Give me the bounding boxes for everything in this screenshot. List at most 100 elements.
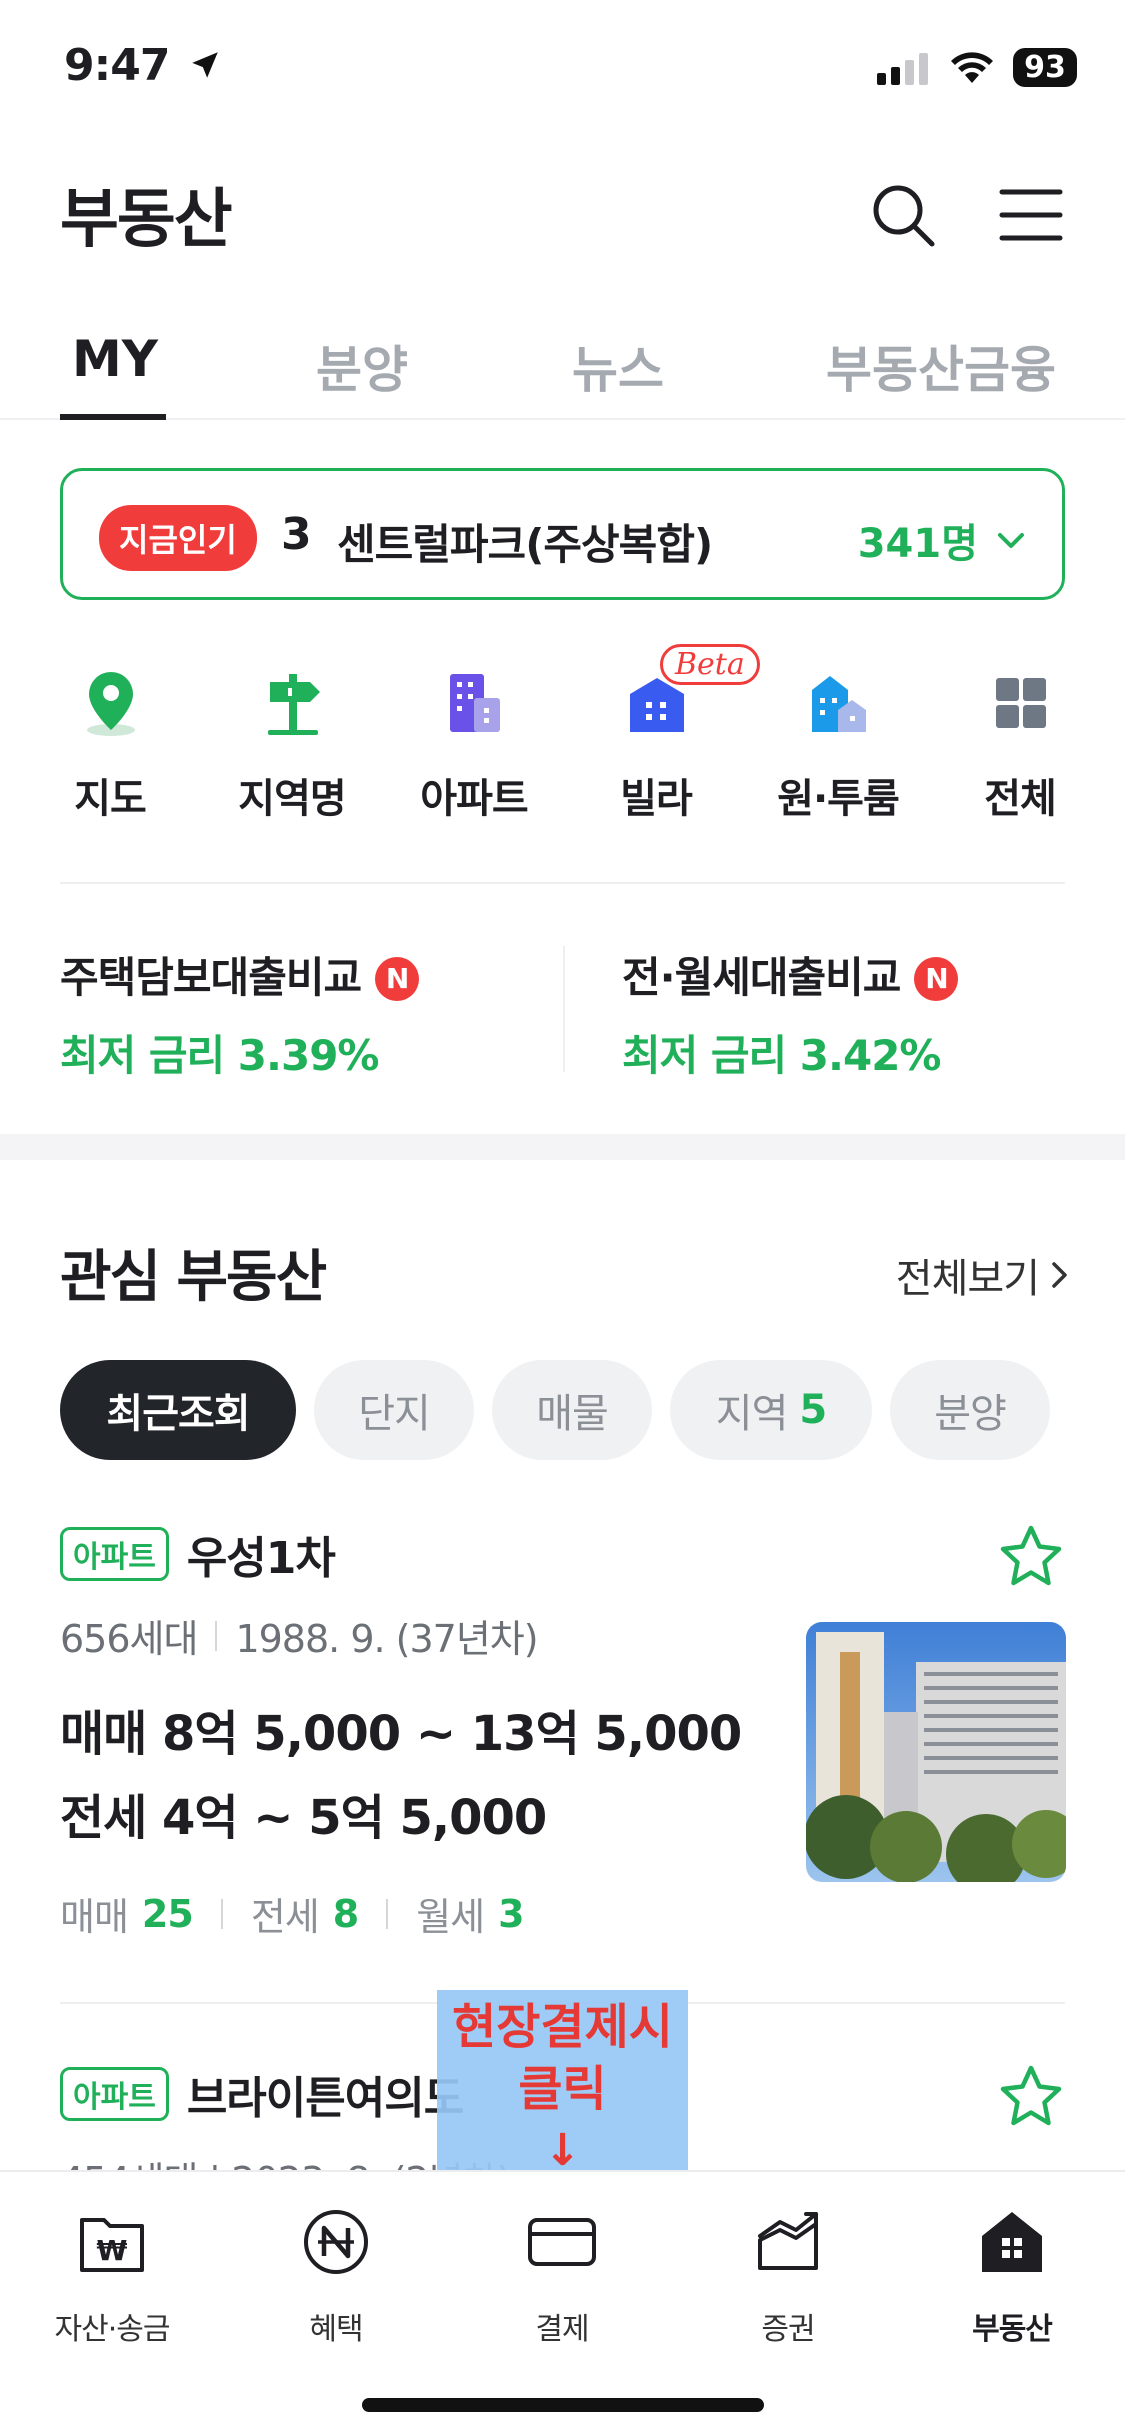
- property-households: 656세대: [60, 1617, 198, 1661]
- nav-realestate[interactable]: 부동산: [922, 2206, 1102, 2356]
- active-tab-indicator: [60, 414, 166, 420]
- mortgage-compare-title[interactable]: 주택담보대출비교 N: [60, 944, 420, 1005]
- card-icon: [528, 2218, 596, 2266]
- chip-complex[interactable]: 단지: [314, 1360, 474, 1460]
- property-sale-price: 매매 8억 5,000 ~ 13억 5,000: [60, 1706, 742, 1762]
- apartment-icon: [450, 674, 500, 732]
- battery-level: 93: [1013, 48, 1077, 87]
- count-value: 3: [498, 1891, 524, 1936]
- property-type-badge: 아파트: [60, 1527, 169, 1581]
- nav-label: 자산·송금: [54, 2312, 171, 2347]
- search-icon[interactable]: [868, 180, 938, 250]
- chip-region-count: 5: [799, 1387, 827, 1433]
- nav-payment[interactable]: 결제: [472, 2206, 652, 2356]
- signpost-icon: [268, 674, 320, 735]
- nav-label: 부동산: [972, 2312, 1053, 2347]
- quick-menu-map[interactable]: 지도: [30, 660, 190, 822]
- property-header[interactable]: 아파트 우성1차: [60, 1522, 336, 1586]
- count-label: 월세: [416, 1895, 485, 1939]
- realestate-icon: [982, 2212, 1042, 2272]
- chevron-right-icon: [1052, 1262, 1067, 1288]
- lease-loan-compare-label: 전·월세대출비교: [622, 953, 901, 1002]
- cellular-signal-icon: [877, 52, 928, 85]
- property-name: 우성1차: [186, 1533, 336, 1584]
- tab-my[interactable]: MY: [72, 330, 158, 388]
- status-indicators: 93: [875, 48, 1077, 87]
- tab-finance[interactable]: 부동산금융: [826, 330, 1056, 402]
- popular-banner[interactable]: 지금인기 3 센트럴파크(주상복합) 341명: [60, 468, 1065, 600]
- quick-menu-all[interactable]: 전체: [940, 660, 1100, 822]
- popular-name: 센트럴파크(주상복합): [337, 520, 713, 569]
- status-time: 9:47: [64, 40, 222, 91]
- wallet-icon: ₩: [80, 2218, 144, 2272]
- separator: [215, 1620, 218, 1651]
- count-value: 25: [141, 1891, 194, 1936]
- oneroom-icon: [812, 676, 866, 732]
- nav-assets[interactable]: ₩ 자산·송금: [22, 2206, 202, 2356]
- quick-menu-label: 빌라: [620, 776, 693, 822]
- star-icon[interactable]: [996, 2062, 1066, 2132]
- property-header[interactable]: 아파트 브라이튼여의도: [60, 2062, 464, 2126]
- location-arrow-icon: [192, 52, 218, 78]
- property-photo[interactable]: [806, 1622, 1066, 1882]
- property-name: 브라이튼여의도: [186, 2073, 464, 2124]
- chip-listing[interactable]: 매물: [492, 1360, 652, 1460]
- tab-presale[interactable]: 분양: [316, 330, 408, 402]
- page-title: 부동산: [60, 183, 233, 257]
- status-time-text: 9:47: [64, 40, 170, 91]
- nav-stocks[interactable]: 증권: [698, 2206, 878, 2356]
- nav-benefits[interactable]: 혜택: [246, 2206, 426, 2356]
- lease-loan-compare-title[interactable]: 전·월세대출비교 N: [622, 944, 959, 1005]
- quick-menu-label: 원·투룸: [777, 776, 900, 822]
- svg-text:₩: ₩: [97, 2234, 128, 2267]
- quick-menu-label: 전체: [984, 776, 1057, 822]
- divider: [60, 882, 1065, 884]
- nav-label: 결제: [535, 2312, 589, 2347]
- new-badge: N: [375, 957, 420, 1001]
- count-label: 매매: [60, 1895, 129, 1939]
- chip-presale[interactable]: 분양: [890, 1360, 1050, 1460]
- annotation-line: 현장결제시: [452, 1999, 673, 2055]
- property-meta: 656세대 1988. 9. (37년차): [60, 1608, 539, 1663]
- popular-count: 341명: [857, 521, 978, 567]
- mortgage-rate: 최저 금리 3.39%: [60, 1031, 380, 1080]
- quick-menu-oneroom[interactable]: 원·투룸: [758, 660, 918, 822]
- separator: [386, 1898, 389, 1929]
- chip-region[interactable]: 지역 5: [670, 1360, 872, 1460]
- nav-label: 증권: [761, 2312, 815, 2347]
- popular-rank: 3: [281, 509, 312, 560]
- chevron-down-icon: [998, 533, 1024, 548]
- divider: [563, 946, 565, 1072]
- tab-bar: MY 분양 뉴스 부동산금융: [0, 320, 1125, 420]
- nav-label: 혜택: [309, 2312, 363, 2347]
- bottom-nav: ₩ 자산·송금 혜택 결제 증권 부동산: [0, 2170, 1125, 2436]
- quick-menu-label: 아파트: [420, 776, 528, 822]
- property-built: 1988. 9. (37년차): [235, 1617, 538, 1661]
- lease-loan-rate: 최저 금리 3.42%: [622, 1031, 942, 1080]
- wifi-icon: [951, 51, 993, 83]
- separator: [220, 1898, 223, 1929]
- annotation-line: 클릭: [518, 2061, 607, 2117]
- map-pin-icon: [87, 672, 135, 736]
- quick-menu-apartment[interactable]: 아파트: [394, 660, 554, 822]
- count-value: 8: [332, 1891, 359, 1936]
- view-all-link[interactable]: 전체보기: [896, 1246, 1071, 1304]
- star-icon[interactable]: [996, 1522, 1066, 1592]
- tab-news[interactable]: 뉴스: [572, 330, 664, 402]
- stock-icon: [758, 2212, 818, 2270]
- quick-menu-label: 지역명: [238, 776, 346, 822]
- property-jeonse-price: 전세 4억 ~ 5억 5,000: [60, 1790, 547, 1846]
- new-badge: N: [914, 957, 959, 1001]
- grid-icon: [996, 678, 1046, 728]
- annotation-overlay: 현장결제시 클릭 ↓: [437, 1990, 688, 2200]
- beta-badge: Beta: [660, 644, 760, 685]
- mortgage-compare-label: 주택담보대출비교: [60, 953, 362, 1002]
- chip-recent[interactable]: 최근조회: [60, 1360, 296, 1460]
- listing-counts: 매매 25 전세 8 월세 3: [60, 1886, 525, 1941]
- quick-menu-region[interactable]: 지역명: [212, 660, 372, 822]
- count-label: 전세: [250, 1895, 320, 1939]
- menu-icon[interactable]: [996, 180, 1066, 250]
- quick-menu-label: 지도: [74, 776, 147, 822]
- property-type-badge: 아파트: [60, 2067, 169, 2121]
- home-indicator[interactable]: [362, 2398, 764, 2412]
